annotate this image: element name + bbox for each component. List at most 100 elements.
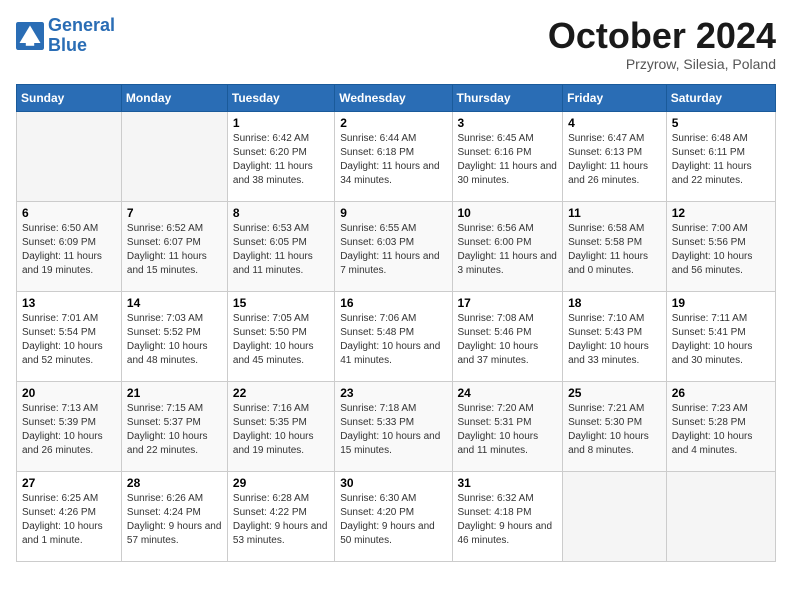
header-saturday: Saturday [666,84,775,111]
calendar-cell: 12 Sunrise: 7:00 AM Sunset: 5:56 PM Dayli… [666,201,775,291]
day-number: 12 [672,206,770,220]
page-header: General Blue October 2024 Przyrow, Siles… [16,16,776,72]
header-tuesday: Tuesday [227,84,334,111]
day-number: 23 [340,386,446,400]
logo-blue: Blue [48,35,87,55]
day-number: 6 [22,206,116,220]
calendar-cell: 7 Sunrise: 6:52 AM Sunset: 6:07 PM Daylig… [121,201,227,291]
calendar-cell: 2Sunrise: 6:44 AM Sunset: 6:18 PM Daylig… [335,111,452,201]
calendar-cell: 9 Sunrise: 6:55 AM Sunset: 6:03 PM Daylig… [335,201,452,291]
day-number: 21 [127,386,222,400]
day-info: Sunrise: 6:25 AM Sunset: 4:26 PM Dayligh… [22,492,116,548]
day-number: 17 [458,296,558,310]
calendar-cell [563,471,667,561]
calendar-cell: 1Sunrise: 6:42 AM Sunset: 6:20 PM Daylig… [227,111,334,201]
day-info: Sunrise: 7:20 AM Sunset: 5:31 PM Dayligh… [458,402,558,458]
calendar-header-row: SundayMondayTuesdayWednesdayThursdayFrid… [17,84,776,111]
day-number: 31 [458,476,558,490]
day-number: 27 [22,476,116,490]
day-number: 18 [568,296,661,310]
calendar-cell: 4Sunrise: 6:47 AM Sunset: 6:13 PM Daylig… [563,111,667,201]
day-info: Sunrise: 7:01 AM Sunset: 5:54 PM Dayligh… [22,312,116,368]
calendar-cell [17,111,122,201]
calendar-cell: 21 Sunrise: 7:15 AM Sunset: 5:37 PM Dayli… [121,381,227,471]
calendar-cell: 30 Sunrise: 6:30 AM Sunset: 4:20 PM Dayli… [335,471,452,561]
day-number: 19 [672,296,770,310]
day-info: Sunrise: 7:06 AM Sunset: 5:48 PM Dayligh… [340,312,446,368]
day-number: 22 [233,386,329,400]
header-wednesday: Wednesday [335,84,452,111]
calendar-week-row: 6 Sunrise: 6:50 AM Sunset: 6:09 PM Daylig… [17,201,776,291]
calendar-week-row: 27 Sunrise: 6:25 AM Sunset: 4:26 PM Dayli… [17,471,776,561]
calendar-cell: 3Sunrise: 6:45 AM Sunset: 6:16 PM Daylig… [452,111,563,201]
day-number: 26 [672,386,770,400]
day-number: 28 [127,476,222,490]
calendar-cell: 26 Sunrise: 7:23 AM Sunset: 5:28 PM Dayli… [666,381,775,471]
day-info: Sunrise: 6:55 AM Sunset: 6:03 PM Dayligh… [340,222,446,278]
header-sunday: Sunday [17,84,122,111]
day-number: 13 [22,296,116,310]
day-info: Sunrise: 7:08 AM Sunset: 5:46 PM Dayligh… [458,312,558,368]
day-number: 9 [340,206,446,220]
calendar-cell: 24 Sunrise: 7:20 AM Sunset: 5:31 PM Dayli… [452,381,563,471]
day-number: 30 [340,476,446,490]
calendar-cell: 25Sunrise: 7:21 AM Sunset: 5:30 PM Dayli… [563,381,667,471]
calendar-cell: 27 Sunrise: 6:25 AM Sunset: 4:26 PM Dayli… [17,471,122,561]
calendar-cell: 15Sunrise: 7:05 AM Sunset: 5:50 PM Dayli… [227,291,334,381]
calendar-cell: 18 Sunrise: 7:10 AM Sunset: 5:43 PM Dayli… [563,291,667,381]
day-info: Sunrise: 6:28 AM Sunset: 4:22 PM Dayligh… [233,492,329,548]
calendar-cell [121,111,227,201]
day-info: Sunrise: 7:15 AM Sunset: 5:37 PM Dayligh… [127,402,222,458]
logo-general: General [48,15,115,35]
day-info: Sunrise: 6:47 AM Sunset: 6:13 PM Dayligh… [568,132,661,188]
calendar-cell: 6 Sunrise: 6:50 AM Sunset: 6:09 PM Daylig… [17,201,122,291]
header-monday: Monday [121,84,227,111]
calendar-cell: 19 Sunrise: 7:11 AM Sunset: 5:41 PM Dayli… [666,291,775,381]
day-info: Sunrise: 6:30 AM Sunset: 4:20 PM Dayligh… [340,492,446,548]
logo-icon [16,22,44,50]
day-info: Sunrise: 7:18 AM Sunset: 5:33 PM Dayligh… [340,402,446,458]
day-number: 3 [458,116,558,130]
calendar-cell: 22 Sunrise: 7:16 AM Sunset: 5:35 PM Dayli… [227,381,334,471]
calendar-cell: 10Sunrise: 6:56 AM Sunset: 6:00 PM Dayli… [452,201,563,291]
calendar-cell: 28 Sunrise: 6:26 AM Sunset: 4:24 PM Dayli… [121,471,227,561]
day-info: Sunrise: 7:00 AM Sunset: 5:56 PM Dayligh… [672,222,770,278]
calendar-cell: 14 Sunrise: 7:03 AM Sunset: 5:52 PM Dayli… [121,291,227,381]
day-number: 14 [127,296,222,310]
day-info: Sunrise: 7:10 AM Sunset: 5:43 PM Dayligh… [568,312,661,368]
day-info: Sunrise: 6:56 AM Sunset: 6:00 PM Dayligh… [458,222,558,278]
day-info: Sunrise: 7:16 AM Sunset: 5:35 PM Dayligh… [233,402,329,458]
calendar-week-row: 1Sunrise: 6:42 AM Sunset: 6:20 PM Daylig… [17,111,776,201]
calendar-week-row: 13 Sunrise: 7:01 AM Sunset: 5:54 PM Dayli… [17,291,776,381]
calendar-cell: 29Sunrise: 6:28 AM Sunset: 4:22 PM Dayli… [227,471,334,561]
title-block: October 2024 Przyrow, Silesia, Poland [548,16,776,72]
day-number: 20 [22,386,116,400]
day-number: 7 [127,206,222,220]
day-info: Sunrise: 6:26 AM Sunset: 4:24 PM Dayligh… [127,492,222,548]
day-info: Sunrise: 6:32 AM Sunset: 4:18 PM Dayligh… [458,492,558,548]
day-info: Sunrise: 6:50 AM Sunset: 6:09 PM Dayligh… [22,222,116,278]
day-info: Sunrise: 7:11 AM Sunset: 5:41 PM Dayligh… [672,312,770,368]
day-info: Sunrise: 6:48 AM Sunset: 6:11 PM Dayligh… [672,132,770,188]
calendar-cell: 31 Sunrise: 6:32 AM Sunset: 4:18 PM Dayli… [452,471,563,561]
day-number: 25 [568,386,661,400]
calendar-cell: 20Sunrise: 7:13 AM Sunset: 5:39 PM Dayli… [17,381,122,471]
day-info: Sunrise: 7:03 AM Sunset: 5:52 PM Dayligh… [127,312,222,368]
day-number: 15 [233,296,329,310]
location-subtitle: Przyrow, Silesia, Poland [548,56,776,72]
day-info: Sunrise: 6:42 AM Sunset: 6:20 PM Dayligh… [233,132,329,188]
calendar-cell: 17 Sunrise: 7:08 AM Sunset: 5:46 PM Dayli… [452,291,563,381]
day-info: Sunrise: 6:52 AM Sunset: 6:07 PM Dayligh… [127,222,222,278]
day-info: Sunrise: 6:53 AM Sunset: 6:05 PM Dayligh… [233,222,329,278]
day-number: 5 [672,116,770,130]
month-title: October 2024 [548,16,776,56]
logo: General Blue [16,16,115,56]
day-info: Sunrise: 6:58 AM Sunset: 5:58 PM Dayligh… [568,222,661,278]
header-thursday: Thursday [452,84,563,111]
day-number: 24 [458,386,558,400]
day-info: Sunrise: 7:23 AM Sunset: 5:28 PM Dayligh… [672,402,770,458]
day-number: 16 [340,296,446,310]
calendar-week-row: 20Sunrise: 7:13 AM Sunset: 5:39 PM Dayli… [17,381,776,471]
header-friday: Friday [563,84,667,111]
logo-text: General Blue [48,16,115,56]
